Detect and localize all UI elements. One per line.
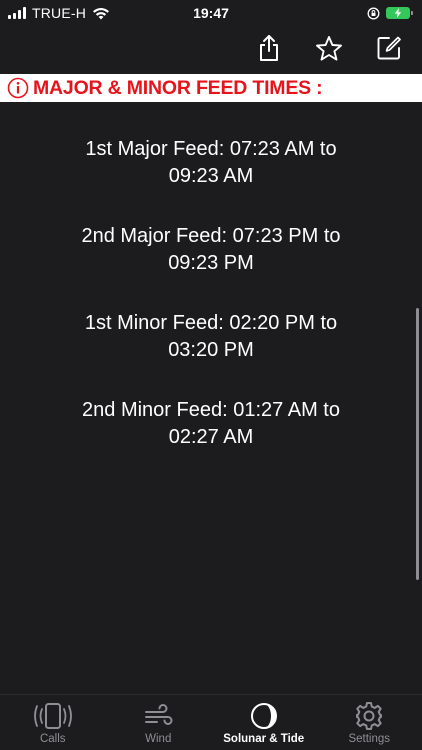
moon-icon (250, 703, 277, 729)
carrier-name: TRUE-H (32, 5, 87, 21)
top-toolbar (254, 30, 404, 66)
feed-time-item: 1st Minor Feed: 02:20 PM to 03:20 PM (84, 312, 338, 361)
wind-icon (145, 704, 173, 725)
compose-icon (377, 36, 401, 60)
tab-label: Settings (348, 733, 391, 745)
share-icon (260, 35, 278, 61)
tab-bar: Calls Wind Solunar & Tide Settings (0, 694, 422, 750)
charging-bolt-icon (394, 8, 402, 18)
info-icon (7, 77, 29, 99)
tab-calls[interactable]: Calls (0, 701, 105, 745)
feed-time-item: 1st Major Feed: 07:23 AM to 09:23 AM (85, 138, 337, 187)
tab-settings[interactable]: Settings (317, 701, 422, 745)
tab-wind[interactable]: Wind (106, 701, 211, 745)
status-right (367, 7, 413, 20)
cellular-signal-icon (8, 7, 26, 19)
orientation-lock-icon (367, 7, 380, 19)
scroll-indicator[interactable] (416, 308, 419, 580)
wifi-icon (93, 7, 110, 19)
feed-time-item: 2nd Minor Feed: 01:27 AM to 02:27 AM (82, 399, 340, 448)
tab-solunar-tide[interactable]: Solunar & Tide (211, 701, 316, 745)
tab-label: Calls (39, 733, 66, 745)
gear-icon (356, 702, 383, 730)
status-bar: TRUE-H 19:47 (0, 0, 422, 26)
banner-title: MAJOR & MINOR FEED TIMES : (33, 76, 323, 99)
status-left: TRUE-H (8, 5, 110, 21)
tab-label: Wind (145, 733, 172, 745)
star-icon (316, 35, 342, 61)
app-screen: TRUE-H 19:47 MAJOR & MINOR FEED TIMES: … (0, 0, 422, 750)
share-button[interactable] (254, 33, 284, 63)
feed-time-item: 2nd Major Feed: 07:23 PM to 09:23 PM (81, 225, 341, 274)
phone-vibrate-icon (33, 703, 72, 729)
battery-icon (386, 7, 413, 19)
feed-times-list: 1st Major Feed: 07:23 AM to 09:23 AM 2nd… (0, 136, 422, 484)
favorite-button[interactable] (314, 33, 344, 63)
feed-times-banner: MAJOR & MINOR FEED TIMES : (0, 74, 422, 102)
tab-label: Solunar & Tide (223, 733, 305, 745)
edit-button[interactable] (374, 33, 404, 63)
